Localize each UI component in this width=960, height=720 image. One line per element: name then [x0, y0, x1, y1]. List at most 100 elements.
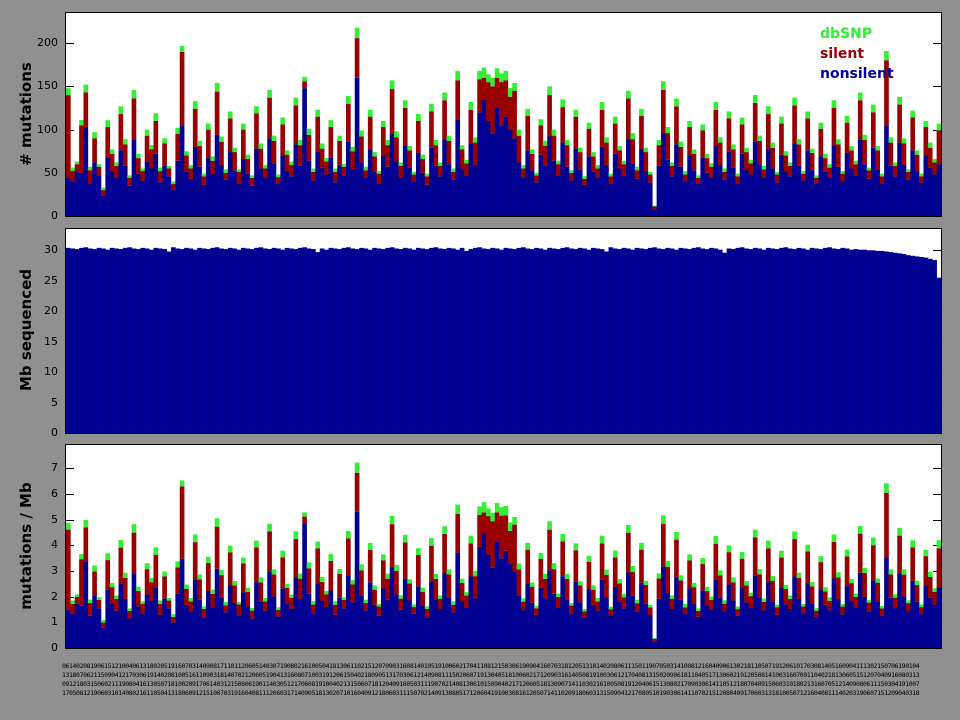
bar-dbSNP	[714, 102, 719, 110]
bar-dbSNP	[219, 137, 224, 142]
bar-nonsilent-rate	[683, 614, 688, 648]
bar-dbSNP	[622, 161, 627, 164]
bar-dbSNP	[460, 145, 465, 149]
bar-dbSNP-rate	[749, 593, 754, 596]
bar-silent	[600, 110, 605, 147]
bar-dbSNP	[630, 133, 635, 139]
bar-silent	[267, 98, 272, 139]
bar-mb	[534, 248, 539, 433]
bar-nonsilent	[823, 172, 828, 216]
bar-dbSNP-rate	[228, 546, 233, 553]
bar-nonsilent	[429, 148, 434, 216]
panel-mutations-per-mb	[65, 444, 942, 649]
bar-mb	[140, 248, 145, 433]
bar-nonsilent-rate	[407, 601, 412, 648]
bar-nonsilent-rate	[731, 600, 736, 648]
bar-mb	[814, 248, 819, 433]
bar-dbSNP-rate	[784, 585, 789, 589]
bar-dbSNP-rate	[814, 608, 819, 611]
bar-nonsilent-rate	[595, 611, 600, 648]
bar-silent	[486, 82, 491, 121]
bar-dbSNP	[355, 28, 360, 38]
bar-silent-rate	[819, 562, 824, 589]
bar-silent	[490, 86, 495, 134]
bar-nonsilent	[84, 127, 89, 216]
bar-dbSNP-rate	[149, 578, 154, 582]
bar-dbSNP	[880, 174, 885, 177]
bar-silent	[167, 168, 172, 176]
bar-nonsilent-rate	[556, 608, 561, 648]
bar-mb	[145, 248, 150, 433]
bar-nonsilent	[241, 159, 246, 216]
sample-labels-row: 1318070621150904121703061914020810051611…	[62, 671, 946, 679]
bar-silent	[788, 166, 793, 176]
bar-nonsilent-rate	[521, 610, 526, 648]
bar-silent	[552, 136, 557, 161]
bar-dbSNP-rate	[735, 607, 740, 610]
bar-silent	[792, 105, 797, 143]
bar-nonsilent	[644, 171, 649, 216]
bar-dbSNP	[674, 99, 679, 107]
bar-dbSNP-rate	[630, 566, 635, 572]
bar-nonsilent-rate	[132, 573, 137, 648]
bar-nonsilent	[136, 174, 141, 216]
bar-mb	[307, 248, 312, 433]
bar-silent	[412, 175, 417, 182]
bar-silent	[460, 149, 465, 168]
bar-dbSNP-rate	[512, 517, 517, 525]
y-tick-label: 15	[16, 336, 58, 348]
bar-nonsilent	[569, 181, 574, 216]
bar-nonsilent	[630, 163, 635, 216]
bar-silent-rate	[928, 577, 933, 598]
bar-nonsilent-rate	[355, 512, 360, 648]
bar-silent	[377, 174, 382, 184]
bar-silent	[565, 145, 570, 167]
bar-nonsilent	[473, 165, 478, 216]
bar-dbSNP	[910, 111, 915, 118]
bar-dbSNP	[469, 102, 474, 110]
bar-silent	[420, 159, 425, 173]
bar-mb	[735, 248, 740, 433]
bar-nonsilent	[189, 179, 194, 216]
bar-dbSNP	[206, 124, 211, 130]
bar-dbSNP	[867, 168, 872, 171]
bar-nonsilent	[333, 182, 338, 216]
bar-nonsilent	[302, 88, 307, 216]
bar-dbSNP	[762, 166, 767, 169]
bar-silent	[757, 141, 762, 164]
bar-dbSNP-rate	[565, 574, 570, 579]
bar-silent	[508, 97, 513, 130]
bar-silent-rate	[245, 592, 250, 606]
bar-dbSNP-rate	[180, 480, 185, 486]
bar-dbSNP-rate	[447, 569, 452, 574]
bar-silent-rate	[906, 603, 911, 611]
bar-silent	[556, 164, 561, 175]
bar-nonsilent	[280, 156, 285, 216]
bar-mb	[350, 248, 355, 433]
bar-mb	[609, 247, 614, 433]
bar-dbSNP-rate	[827, 597, 832, 600]
bar-nonsilent	[928, 168, 933, 216]
bar-silent	[753, 103, 758, 142]
bar-silent	[315, 117, 320, 152]
bar-nonsilent-rate	[753, 575, 758, 648]
bar-silent-rate	[661, 524, 666, 567]
bar-nonsilent-rate	[307, 594, 312, 648]
bar-nonsilent-rate	[543, 598, 548, 648]
bar-dbSNP	[893, 162, 898, 165]
bar-dbSNP-rate	[910, 540, 915, 547]
bar-silent	[79, 125, 84, 173]
bar-silent	[539, 125, 544, 154]
bar-dbSNP-rate	[875, 578, 880, 582]
bar-silent	[232, 152, 237, 170]
bar-silent-rate	[329, 561, 334, 591]
bar-dbSNP	[245, 155, 250, 159]
bar-silent	[215, 92, 220, 135]
bar-silent-rate	[792, 539, 797, 576]
bar-dbSNP-rate	[75, 594, 80, 597]
bar-nonsilent-rate	[294, 577, 299, 648]
bar-silent	[679, 147, 684, 167]
bar-silent	[617, 150, 622, 168]
bar-silent	[302, 81, 307, 88]
bar-silent	[578, 152, 583, 169]
